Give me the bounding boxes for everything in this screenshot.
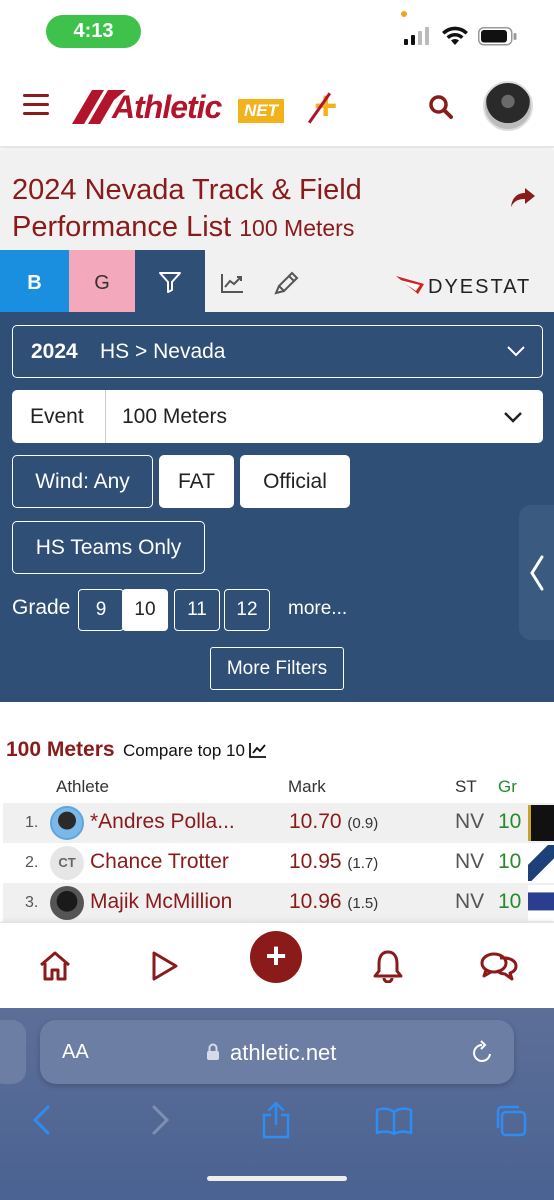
tab-highlighter[interactable] [266, 250, 306, 312]
hs-teams-only-button[interactable]: HS Teams Only [12, 521, 205, 574]
state: NV [455, 850, 485, 873]
athlete-avatar [50, 806, 84, 840]
more-filters-button[interactable]: More Filters [210, 647, 344, 690]
wifi-icon [442, 26, 468, 45]
event-divider [105, 390, 106, 443]
state: NV [455, 810, 485, 833]
user-avatar[interactable] [483, 81, 533, 131]
grade: 10 [498, 890, 522, 913]
lock-icon [207, 1043, 219, 1060]
play-icon[interactable] [150, 950, 180, 982]
more-grades-link[interactable]: more... [288, 598, 347, 620]
bell-icon[interactable] [373, 949, 403, 983]
table-row[interactable]: 1. *Andres Polla... 10.70 (0.9) NV 10 [3, 803, 554, 843]
url-text: athletic.net [230, 1040, 337, 1065]
reload-icon[interactable] [470, 1040, 494, 1066]
rank: 2. [25, 854, 39, 871]
tab-girls[interactable]: G [69, 250, 135, 312]
wind-reading: (0.9) [347, 815, 379, 832]
filter-icon [159, 272, 181, 293]
athlete-name[interactable]: Majik McMillion [90, 890, 232, 914]
wind-reading: (1.7) [347, 855, 379, 872]
side-drawer-handle[interactable] [519, 505, 554, 640]
grade-9-button[interactable]: 9 [78, 589, 124, 631]
search-icon[interactable] [428, 94, 454, 120]
battery-icon [478, 27, 517, 46]
column-athlete[interactable]: Athlete [56, 777, 109, 797]
home-icon[interactable] [38, 951, 72, 981]
state: NV [455, 890, 485, 913]
browser-toolbar: AA athletic.net [0, 1008, 554, 1200]
mark: 10.70 (0.9) [289, 810, 379, 833]
rank: 3. [25, 894, 39, 911]
athletic-net-logo[interactable]: Athletic NET + [70, 84, 350, 128]
grade: 10 [498, 850, 522, 873]
table-row[interactable]: 3. Majik McMillion 10.96 (1.5) NV 10 [3, 883, 554, 923]
grade: 10 [498, 810, 522, 833]
tab-chart[interactable] [212, 250, 252, 312]
menu-icon[interactable] [0, 62, 70, 148]
event-select[interactable]: Event 100 Meters [12, 390, 543, 443]
rank: 1. [25, 814, 39, 831]
column-state[interactable]: ST [455, 777, 477, 797]
column-grade[interactable]: Gr [498, 777, 517, 797]
home-indicator[interactable] [207, 1176, 347, 1181]
table-row[interactable]: 2. CT Chance Trotter 10.95 (1.7) NV 10 [3, 843, 554, 883]
chat-icon[interactable] [480, 951, 518, 981]
team-logo[interactable] [528, 805, 554, 841]
chart-icon [221, 274, 243, 293]
official-filter-button[interactable]: Official [240, 455, 350, 508]
page-subtitle: 100 Meters [239, 215, 355, 241]
app-header: Athletic NET + [0, 62, 554, 148]
mark: 10.96 (1.5) [289, 890, 379, 913]
results-title: 100 Meters [6, 738, 115, 761]
url-bar[interactable]: AA athletic.net [40, 1020, 514, 1084]
highlighter-icon [274, 271, 299, 295]
back-icon[interactable] [30, 1104, 52, 1136]
grade-11-button[interactable]: 11 [174, 589, 220, 631]
chevron-left-icon [530, 555, 544, 591]
signal-icon [404, 27, 429, 45]
athlete-name[interactable]: Chance Trotter [90, 850, 229, 874]
chevron-down-icon [504, 412, 522, 423]
season-select[interactable]: 2024 HS > Nevada [12, 325, 543, 378]
athlete-avatar [50, 886, 84, 920]
team-logo[interactable] [528, 885, 554, 921]
share-icon[interactable] [260, 1100, 292, 1140]
compare-chart-icon[interactable] [249, 742, 267, 758]
share-arrow-icon[interactable] [510, 187, 536, 209]
tab-filter[interactable] [135, 250, 205, 312]
status-time: 4:13 [46, 15, 141, 48]
privacy-indicator [401, 11, 407, 17]
tab-boys[interactable]: B [0, 250, 69, 312]
status-bar: 4:13 [0, 0, 554, 62]
previous-tab-preview[interactable] [0, 1020, 26, 1084]
athlete-initials-avatar: CT [50, 846, 84, 880]
dyestat-wing-icon [396, 276, 424, 294]
tabs-icon[interactable] [494, 1104, 528, 1138]
fat-filter-button[interactable]: FAT [159, 455, 234, 508]
wind-filter-button[interactable]: Wind: Any [12, 455, 153, 508]
text-size-button[interactable]: AA [62, 1041, 89, 1064]
add-button[interactable]: + [250, 931, 302, 983]
bottom-nav: + [0, 922, 554, 1008]
compare-top-link[interactable]: Compare top 10 [123, 741, 245, 760]
column-mark[interactable]: Mark [288, 777, 326, 797]
bookmarks-icon[interactable] [375, 1106, 413, 1136]
grade-12-button[interactable]: 12 [224, 589, 270, 631]
mark: 10.95 (1.7) [289, 850, 379, 873]
forward-icon[interactable] [150, 1104, 172, 1136]
wind-reading: (1.5) [347, 895, 379, 912]
chevron-down-icon [507, 346, 525, 357]
team-logo[interactable] [528, 845, 554, 881]
results-header: 100 Meters Compare top 10 [6, 738, 267, 762]
athlete-name[interactable]: *Andres Polla... [90, 810, 235, 834]
page-title: 2024 Nevada Track & Field Performance Li… [12, 174, 362, 243]
grade-label: Grade [12, 596, 71, 619]
grade-10-button[interactable]: 10 [122, 589, 168, 631]
